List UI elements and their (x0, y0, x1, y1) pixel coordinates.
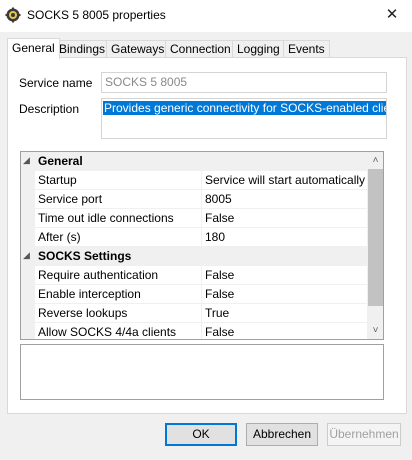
tab-gateways[interactable]: Gateways (106, 40, 170, 58)
cancel-button[interactable]: Abbrechen (246, 423, 318, 446)
ok-button[interactable]: OK (165, 423, 237, 446)
window-title: SOCKS 5 8005 properties (27, 8, 166, 22)
property-row[interactable]: Allow SOCKS 4/4a clients False (21, 323, 367, 339)
category-general[interactable]: ◢ General (21, 152, 367, 171)
property-row[interactable]: Time out idle connections False (21, 209, 367, 228)
description-field[interactable]: Provides generic connectivity for SOCKS-… (101, 98, 387, 139)
property-name: Service port (38, 192, 103, 206)
scroll-down-icon[interactable]: ˅ (367, 322, 383, 339)
title-bar: SOCKS 5 8005 properties ✕ (0, 0, 412, 32)
description-value: Provides generic connectivity for SOCKS-… (103, 101, 386, 115)
property-name: Reverse lookups (38, 306, 128, 320)
service-name-value: SOCKS 5 8005 (105, 75, 188, 89)
tab-connection[interactable]: Connection (165, 40, 236, 58)
vertical-scrollbar[interactable]: ˄ ˅ (367, 152, 383, 339)
tab-general[interactable]: General (7, 38, 60, 59)
property-grid[interactable]: ◢ General Startup Service will start aut… (20, 151, 384, 340)
category-label: General (38, 154, 83, 168)
scroll-thumb[interactable] (368, 169, 383, 306)
property-name: Enable interception (38, 287, 141, 301)
property-name: After (s) (38, 230, 81, 244)
scroll-up-icon[interactable]: ˄ (367, 152, 383, 169)
close-button[interactable]: ✕ (380, 4, 404, 26)
property-value[interactable]: Service will start automatically (205, 173, 365, 187)
property-name: Startup (38, 173, 77, 187)
tab-events[interactable]: Events (283, 40, 330, 58)
category-socks-settings[interactable]: ◢ SOCKS Settings (21, 247, 367, 266)
service-name-label: Service name (19, 76, 93, 90)
category-label: SOCKS Settings (38, 249, 132, 263)
collapse-icon[interactable]: ◢ (23, 155, 30, 166)
property-row[interactable]: Enable interception False (21, 285, 367, 304)
property-value[interactable]: False (205, 268, 234, 282)
property-value[interactable]: 180 (205, 230, 225, 244)
property-row[interactable]: After (s) 180 (21, 228, 367, 247)
property-row[interactable]: Startup Service will start automatically (21, 171, 367, 190)
tab-logging[interactable]: Logging (232, 40, 285, 58)
property-row[interactable]: Reverse lookups True (21, 304, 367, 323)
property-name: Time out idle connections (38, 211, 174, 225)
tab-strip: General Bindings Gateways Connection Log… (7, 38, 407, 59)
property-description-box (20, 344, 384, 400)
property-name: Allow SOCKS 4/4a clients (38, 325, 177, 339)
service-name-field[interactable]: SOCKS 5 8005 (101, 72, 387, 93)
property-value[interactable]: False (205, 325, 234, 339)
property-value[interactable]: 8005 (205, 192, 232, 206)
collapse-icon[interactable]: ◢ (23, 250, 30, 261)
property-value[interactable]: True (205, 306, 229, 320)
property-value[interactable]: False (205, 211, 234, 225)
property-row[interactable]: Service port 8005 (21, 190, 367, 209)
property-name: Require authentication (38, 268, 159, 282)
property-row[interactable]: Require authentication False (21, 266, 367, 285)
tab-bindings[interactable]: Bindings (54, 40, 111, 58)
apply-button[interactable]: Übernehmen (327, 423, 401, 446)
service-icon (5, 7, 21, 23)
description-label: Description (19, 102, 80, 116)
property-value[interactable]: False (205, 287, 234, 301)
